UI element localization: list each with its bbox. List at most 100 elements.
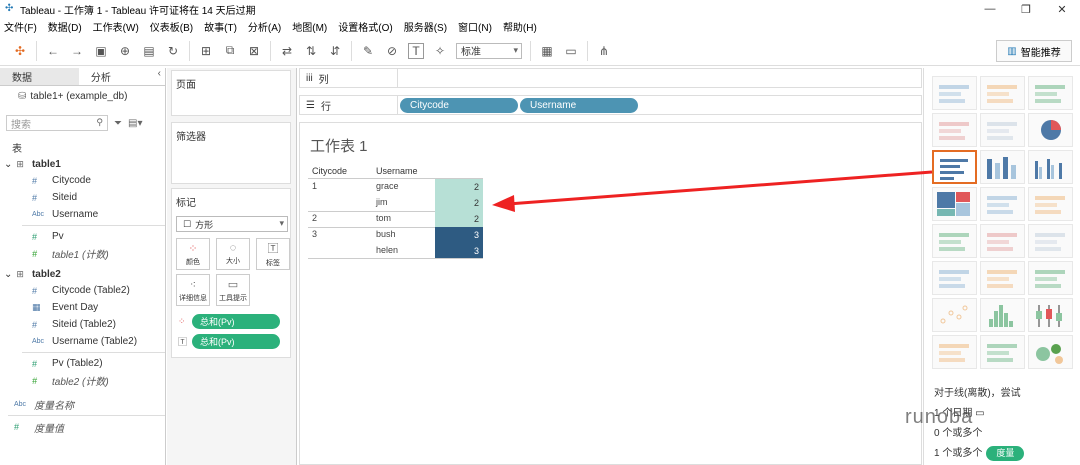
- datasource[interactable]: ⛁ table1+ (example_db): [0, 86, 165, 106]
- search-input[interactable]: 搜索 ⚲: [6, 115, 108, 131]
- sum-pv-color-pill[interactable]: 总和(Pv): [192, 313, 280, 329]
- view-options-icon[interactable]: ▤▾: [128, 118, 142, 129]
- rows-shelf[interactable]: ☰ 行 Citycode Username: [299, 95, 922, 115]
- field-table1-count[interactable]: # table1 (计数): [0, 245, 165, 262]
- chart-type-treemap[interactable]: [932, 187, 977, 221]
- clear-sheet-icon[interactable]: ⊠: [246, 43, 262, 59]
- refresh-icon[interactable]: ↻: [165, 43, 181, 59]
- tab-data[interactable]: 数据: [0, 68, 79, 85]
- sort-descending-icon[interactable]: ⇵: [327, 43, 343, 59]
- menu-file[interactable]: 文件(F): [4, 19, 37, 34]
- value-cell[interactable]: 3: [435, 243, 483, 259]
- new-worksheet-icon[interactable]: ⊞: [198, 43, 214, 59]
- label-button[interactable]: 🅃 标签: [256, 238, 290, 270]
- username-pill[interactable]: Username: [520, 97, 638, 113]
- size-button[interactable]: ◌ 大小: [216, 238, 250, 270]
- minimize-icon[interactable]: —: [972, 0, 1008, 18]
- show-cards-icon[interactable]: ▦: [539, 43, 555, 59]
- menu-analysis[interactable]: 分析(A): [248, 19, 281, 34]
- measure-values[interactable]: # 度量值: [0, 418, 165, 436]
- field-siteid-table2[interactable]: # Siteid (Table2): [0, 316, 165, 333]
- row-username[interactable]: helen: [376, 245, 398, 255]
- sum-pv-label-pill[interactable]: 总和(Pv): [192, 333, 280, 349]
- chart-type-dual-combination[interactable]: [1028, 261, 1073, 295]
- chart-type-area-continuous[interactable]: [932, 261, 977, 295]
- field-citycode[interactable]: # Citycode: [0, 172, 165, 189]
- field-siteid[interactable]: # Siteid: [0, 189, 165, 206]
- new-datasource-icon[interactable]: ⊕: [117, 43, 133, 59]
- chart-type-gantt-chart[interactable]: [932, 335, 977, 369]
- table-group-table1[interactable]: ⌄ ⊞ table1: [0, 156, 165, 172]
- field-event-day[interactable]: ▦ Event Day: [0, 299, 165, 316]
- redo-icon[interactable]: →: [69, 43, 85, 59]
- value-cell[interactable]: 2: [435, 195, 483, 211]
- row-username[interactable]: jim: [376, 197, 388, 207]
- menu-worksheet[interactable]: 工作表(W): [93, 19, 139, 34]
- menu-format[interactable]: 设置格式(O): [338, 19, 392, 34]
- value-cell[interactable]: 2: [435, 179, 483, 195]
- field-username-table2[interactable]: Abc Username (Table2): [0, 333, 165, 350]
- show-labels-icon[interactable]: T: [408, 42, 424, 59]
- worksheet-canvas[interactable]: 工作表 1 Citycode Username 1 grace 2 jim 2 2 tom 2…: [299, 122, 922, 465]
- field-table2-count[interactable]: # table2 (计数): [0, 372, 165, 389]
- field-citycode-table2[interactable]: # Citycode (Table2): [0, 282, 165, 299]
- citycode-pill[interactable]: Citycode: [400, 97, 518, 113]
- menu-data[interactable]: 数据(D): [48, 19, 82, 34]
- tooltip-button[interactable]: ▭ 工具提示: [216, 274, 250, 306]
- presentation-icon[interactable]: ▭: [563, 43, 579, 59]
- field-username[interactable]: Abc Username: [0, 206, 165, 223]
- value-cell[interactable]: 3: [435, 227, 483, 243]
- chart-type-packed-bubbles[interactable]: [1028, 335, 1073, 369]
- header-citycode[interactable]: Citycode: [312, 166, 347, 176]
- collapse-icon[interactable]: ‹: [158, 68, 165, 85]
- row-username[interactable]: tom: [376, 213, 391, 223]
- menu-map[interactable]: 地图(M): [292, 19, 327, 34]
- tab-analysis[interactable]: 分析: [79, 68, 158, 85]
- menu-dashboard[interactable]: 仪表板(B): [150, 19, 193, 34]
- chart-type-side-by-side-bars[interactable]: [1028, 150, 1073, 184]
- chart-type-horizontal-bars[interactable]: [932, 150, 977, 184]
- chart-type-continuous-lines[interactable]: [932, 224, 977, 258]
- detail-button[interactable]: ⁖ 详细信息: [176, 274, 210, 306]
- chart-type-area-discrete[interactable]: [980, 261, 1025, 295]
- chart-type-stacked-bars[interactable]: [980, 150, 1025, 184]
- chart-type-pie-chart[interactable]: [1028, 113, 1073, 147]
- chevron-down-icon[interactable]: ⌄: [4, 269, 12, 280]
- menu-window[interactable]: 窗口(N): [458, 19, 492, 34]
- field-pv[interactable]: # Pv: [0, 228, 165, 245]
- close-icon[interactable]: ✕: [1044, 0, 1080, 18]
- menu-story[interactable]: 故事(T): [204, 19, 237, 34]
- chevron-down-icon[interactable]: ⌄: [4, 159, 12, 170]
- measure-names[interactable]: Abc 度量名称: [0, 395, 165, 413]
- row-username[interactable]: grace: [376, 181, 399, 191]
- table-group-table2[interactable]: ⌄ ⊞ table2: [0, 266, 165, 282]
- duplicate-sheet-icon[interactable]: ⧉: [222, 43, 238, 59]
- chart-type-filled-map[interactable]: [980, 113, 1025, 147]
- columns-shelf[interactable]: iii 列: [299, 68, 922, 88]
- swap-rows-columns-icon[interactable]: ⇄: [279, 43, 295, 59]
- chart-type-scatter-plot[interactable]: [932, 298, 977, 332]
- row-citycode[interactable]: 3: [312, 229, 317, 239]
- menu-help[interactable]: 帮助(H): [503, 19, 537, 34]
- chart-type-box-and-whisker[interactable]: [1028, 298, 1073, 332]
- field-pv-table2[interactable]: # Pv (Table2): [0, 355, 165, 372]
- pages-card[interactable]: 页面: [171, 70, 291, 116]
- header-username[interactable]: Username: [376, 166, 418, 176]
- search-icon[interactable]: ⚲: [96, 117, 103, 128]
- chart-type-dual-lines[interactable]: [1028, 224, 1073, 258]
- row-citycode[interactable]: 1: [312, 181, 317, 191]
- filters-card[interactable]: 筛选器: [171, 122, 291, 184]
- chart-type-text-table[interactable]: [932, 76, 977, 110]
- highlight-icon[interactable]: ✎: [360, 43, 376, 59]
- chart-type-discrete-lines[interactable]: [980, 224, 1025, 258]
- color-button[interactable]: ⁘ 颜色: [176, 238, 210, 270]
- menu-server[interactable]: 服务器(S): [404, 19, 447, 34]
- chart-type-side-by-side-circles[interactable]: [1028, 187, 1073, 221]
- chart-type-histogram[interactable]: [980, 298, 1025, 332]
- chart-type-bullet-graph[interactable]: [980, 335, 1025, 369]
- mark-type-select[interactable]: ☐ 方形: [176, 216, 288, 232]
- pin-icon[interactable]: ✧: [432, 43, 448, 59]
- row-username[interactable]: bush: [376, 229, 396, 239]
- value-cell[interactable]: 2: [435, 211, 483, 227]
- show-me-button[interactable]: ▥ 智能推荐: [996, 40, 1072, 62]
